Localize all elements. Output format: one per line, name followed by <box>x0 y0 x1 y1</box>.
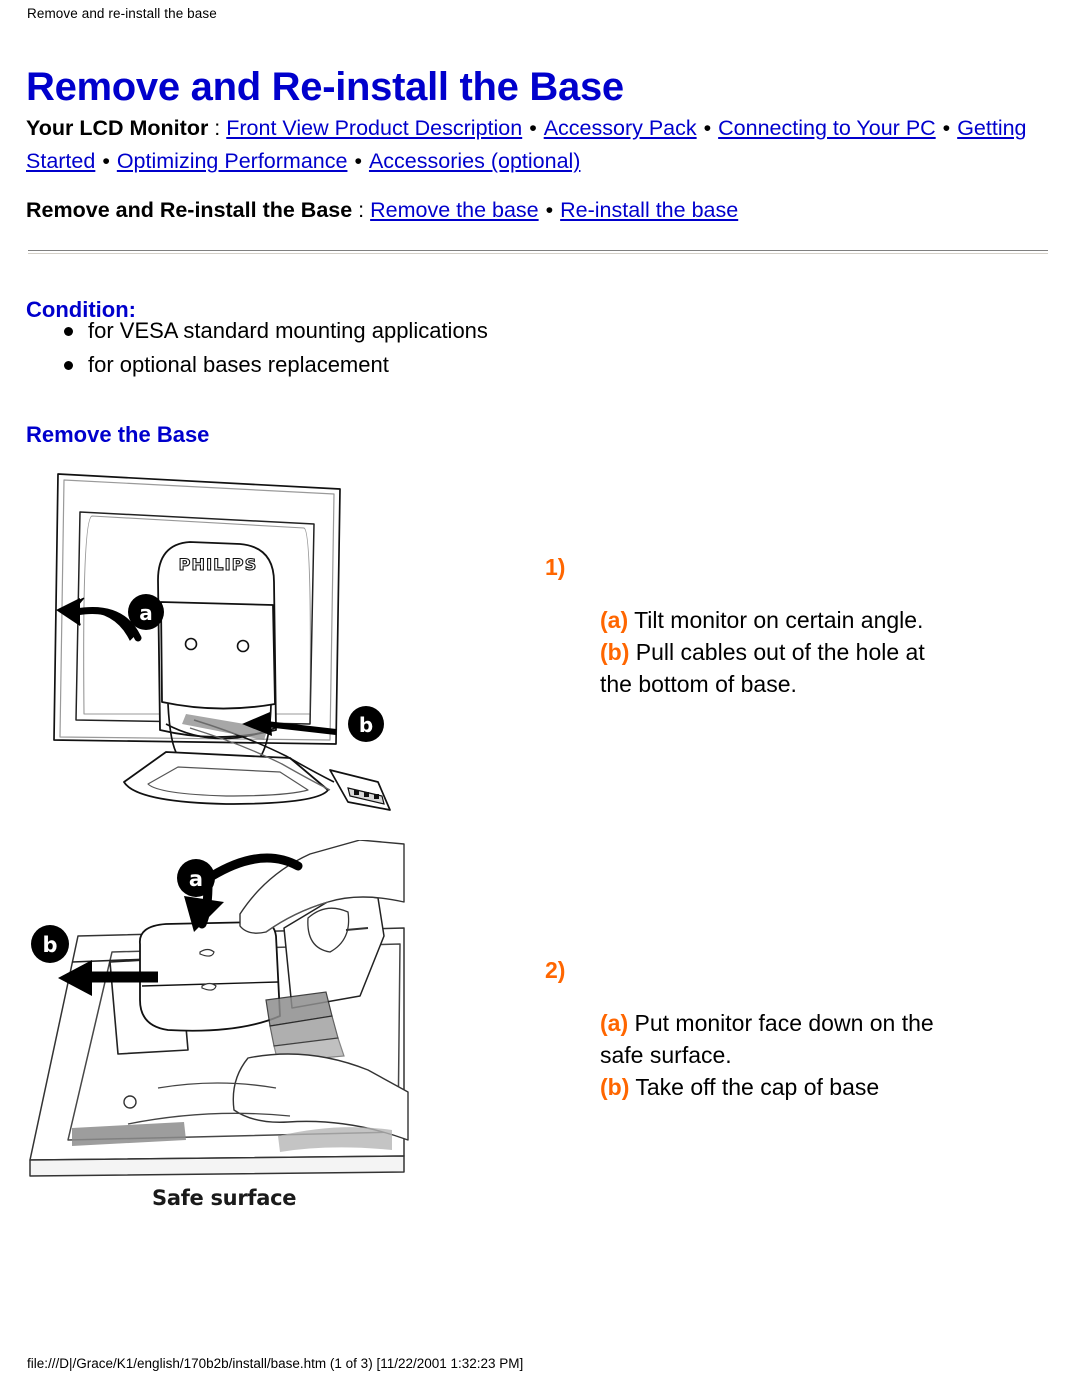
running-head: Remove and re-install the base <box>27 6 217 21</box>
step-1-text-b: Pull cables out of the hole at the botto… <box>600 639 925 697</box>
step-1-marker-a: (a) <box>600 607 629 633</box>
bullet-icon <box>64 327 73 336</box>
nav-link-optimizing-performance[interactable]: Optimizing Performance <box>117 149 348 173</box>
nav-remove-reinstall-base: Remove and Re-install the Base : Remove … <box>26 194 1046 227</box>
step-2-body: (a) Put monitor face down on the safe su… <box>600 1007 960 1103</box>
svg-text:a: a <box>189 867 203 891</box>
face-down-illustration: a b <box>29 840 409 1177</box>
figure-monitor-rear-view: PHILIPS a b <box>18 452 448 822</box>
page-title: Remove and Re-install the Base <box>26 64 624 109</box>
step-1-marker-b: (b) <box>600 639 630 665</box>
condition-list: for VESA standard mounting applications … <box>58 314 488 382</box>
step-1-text-a: Tilt monitor on certain angle. <box>628 607 924 633</box>
svg-text:PHILIPS: PHILIPS <box>179 555 258 574</box>
monitor-rear-illustration: PHILIPS a b <box>53 473 391 811</box>
vga-connector-icon <box>329 769 391 811</box>
step-2-number: 2) <box>545 957 566 983</box>
screw-hole-icon <box>184 637 198 651</box>
step-2-text-a: Put monitor face down on the safe surfac… <box>600 1010 934 1068</box>
step-2-marker-b: (b) <box>600 1074 630 1100</box>
step-2: 2) (a) Put monitor face down on the safe… <box>545 955 965 1103</box>
screw-hole-icon <box>236 639 250 653</box>
manual-page: Remove and re-install the base Remove an… <box>0 0 1080 1397</box>
nav-separator: • <box>703 116 712 140</box>
nav-lcd-monitor-colon: : <box>208 116 227 140</box>
svg-text:b: b <box>42 933 57 957</box>
list-item: for optional bases replacement <box>58 348 488 382</box>
philips-logo: PHILIPS <box>178 554 258 574</box>
safe-surface-caption: Safe surface <box>152 1186 297 1210</box>
nav-base-colon: : <box>352 198 371 222</box>
nav-link-front-view-product-description[interactable]: Front View Product Description <box>226 116 522 140</box>
remove-the-base-heading: Remove the Base <box>26 422 210 448</box>
step-2-marker-a: (a) <box>600 1010 629 1036</box>
step-1-body: (a) Tilt monitor on certain angle. (b) P… <box>600 604 960 700</box>
nav-separator: • <box>102 149 110 173</box>
nav-link-re-install-the-base[interactable]: Re-install the base <box>560 198 738 222</box>
nav-base-label: Remove and Re-install the Base <box>26 198 353 222</box>
nav-link-accessories-optional[interactable]: Accessories (optional) <box>369 149 581 173</box>
nav-link-accessory-pack[interactable]: Accessory Pack <box>544 116 697 140</box>
figure-monitor-face-down: a b <box>8 840 428 1240</box>
list-item: for VESA standard mounting applications <box>58 314 488 348</box>
callout-a: a <box>56 594 164 642</box>
condition-item-label: for optional bases replacement <box>88 352 389 377</box>
nav-lcd-monitor-label: Your LCD Monitor <box>26 116 209 140</box>
nav-separator: • <box>942 116 951 140</box>
bullet-icon <box>64 361 73 370</box>
nav-separator: • <box>545 198 554 222</box>
condition-item-label: for VESA standard mounting applications <box>88 318 488 343</box>
horizontal-rule <box>28 250 1048 254</box>
page-footer-path: file:///D|/Grace/K1/english/170b2b/insta… <box>27 1356 524 1371</box>
nav-separator: • <box>529 116 537 140</box>
nav-link-remove-the-base[interactable]: Remove the base <box>370 198 539 222</box>
nav-link-connecting-to-your-pc[interactable]: Connecting to Your PC <box>718 116 936 140</box>
step-1-number: 1) <box>545 554 566 580</box>
svg-text:a: a <box>139 601 153 625</box>
step-2-text-b: Take off the cap of base <box>629 1074 880 1100</box>
nav-lcd-monitor: Your LCD Monitor : Front View Product De… <box>26 112 1046 178</box>
step-1: 1) (a) Tilt monitor on certain angle. (b… <box>545 552 965 700</box>
svg-text:b: b <box>359 713 373 737</box>
nav-separator: • <box>354 149 362 173</box>
